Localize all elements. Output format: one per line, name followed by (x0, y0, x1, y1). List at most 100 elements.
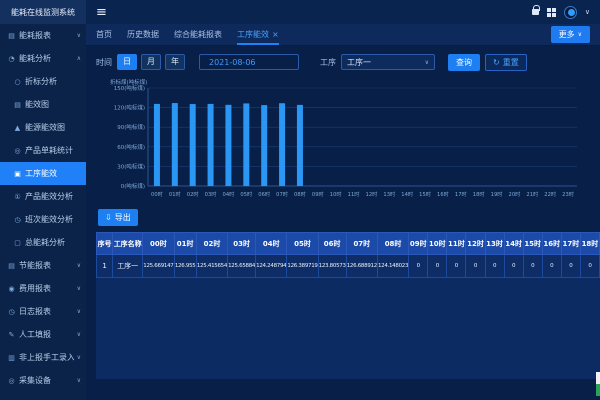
chevron-icon: ∨ (77, 331, 81, 338)
bar-02时[interactable] (190, 104, 196, 186)
table-cell: 125.415654 (196, 255, 227, 278)
column-header: 15时 (523, 233, 542, 255)
svg-text:01时: 01时 (169, 190, 181, 198)
content: 时间 日月年 2021-08-06 工序 工序一 ∨ 查询 ↻ 重置 折标煤(吨… (86, 46, 600, 400)
bar-00时[interactable] (154, 104, 160, 186)
info-icon: ① (13, 193, 22, 201)
bar-03时[interactable] (208, 104, 214, 186)
sidebar-item-能耗分析[interactable]: ◔能耗分析∧ (0, 47, 86, 70)
sidebar-item-label: 产品能效分析 (25, 191, 73, 202)
svg-text:折标煤(吨标煤): 折标煤(吨标煤) (110, 78, 147, 86)
sidebar-item-能源能效图[interactable]: ▲能源能效图 (0, 116, 86, 139)
table-cell: 0 (561, 255, 580, 278)
tab-label: 工序能效 (237, 29, 269, 40)
sidebar-item-班次能效分析[interactable]: ◷班次能效分析 (0, 208, 86, 231)
table-cell: 0 (447, 255, 466, 278)
svg-text:12时: 12时 (366, 190, 378, 198)
edit-icon: ✎ (7, 331, 16, 339)
svg-text:17时: 17时 (455, 190, 467, 198)
granularity-button-日[interactable]: 日 (117, 54, 137, 70)
data-table: 序号工序名称00时01时02时03时04时05时06时07时08时09时10时1… (96, 232, 600, 278)
lock-icon[interactable] (532, 9, 539, 15)
process-select[interactable]: 工序一 ∨ (341, 54, 435, 70)
hamburger-menu-icon[interactable]: ≡ (96, 6, 107, 19)
sidebar-item-label: 采集设备 (19, 375, 51, 386)
svg-text:04时: 04时 (223, 190, 235, 198)
filterbar: 时间 日月年 2021-08-06 工序 工序一 ∨ 查询 ↻ 重置 (96, 51, 600, 73)
column-header: 04时 (256, 233, 287, 255)
bar-04时[interactable] (225, 105, 231, 186)
table-cell: 0 (409, 255, 428, 278)
date-input[interactable]: 2021-08-06 (199, 54, 299, 70)
tab-工序能效[interactable]: 工序能效× (237, 24, 279, 45)
granularity-button-年[interactable]: 年 (165, 54, 185, 70)
query-button[interactable]: 查询 (448, 54, 480, 71)
column-header: 10时 (428, 233, 447, 255)
fullscreen-grid-icon[interactable] (547, 8, 556, 17)
table-cell: 0 (523, 255, 542, 278)
sidebar-item-非上报手工录入[interactable]: ▥非上报手工录入∨ (0, 346, 86, 369)
chevron-icon: ∨ (77, 285, 81, 292)
close-icon[interactable]: × (272, 31, 279, 39)
sidebar-item-采集设备[interactable]: ◎采集设备∨ (0, 369, 86, 392)
column-header: 12时 (466, 233, 485, 255)
column-header: 序号 (97, 233, 113, 255)
sidebar-item-日志报表[interactable]: ◷日志报表∨ (0, 300, 86, 323)
sidebar-item-label: 工序能效 (25, 168, 57, 179)
table-cell: 125.669147 (143, 255, 174, 278)
main-area: ≡ ∨ 首页历史数据综合能耗报表工序能效× 更多 ∨ 时间 日月年 2021-0… (86, 0, 600, 400)
bar-07时[interactable] (279, 103, 285, 186)
scrollbar[interactable] (596, 372, 600, 396)
export-button[interactable]: ⇩ 导出 (98, 209, 138, 226)
sidebar-item-总能耗分析[interactable]: ▢总能耗分析 (0, 231, 86, 254)
sidebar-item-label: 总能耗分析 (25, 237, 65, 248)
table-cell: 124.148023 (377, 255, 408, 278)
chevron-down-icon[interactable]: ∨ (585, 8, 590, 16)
avatar[interactable] (564, 6, 577, 19)
chevron-icon: ∨ (77, 377, 81, 384)
reset-button[interactable]: ↻ 重置 (485, 54, 527, 71)
more-button[interactable]: 更多 ∨ (551, 26, 590, 43)
input-icon: ▥ (7, 354, 16, 362)
chevron-icon: ∨ (77, 354, 81, 361)
tab-历史数据[interactable]: 历史数据 (127, 24, 159, 45)
svg-text:21时: 21时 (526, 190, 538, 198)
topbar: ≡ ∨ (86, 0, 600, 24)
bar-06时[interactable] (261, 105, 267, 186)
table-cell: 0 (485, 255, 504, 278)
table-cell: 126.389719 (287, 255, 318, 278)
sidebar-item-能耗报表[interactable]: ▤能耗报表∨ (0, 24, 86, 47)
sidebar-item-label: 人工填报 (19, 329, 51, 340)
table-panel: 序号工序名称00时01时02时03时04时05时06时07时08时09时10时1… (96, 232, 600, 379)
sidebar-item-费用报表[interactable]: ◉费用报表∨ (0, 277, 86, 300)
svg-text:19时: 19时 (491, 190, 503, 198)
sidebar-item-产品能效分析[interactable]: ①产品能效分析 (0, 185, 86, 208)
sidebar-item-折标分析[interactable]: ○折标分析 (0, 70, 86, 93)
column-header: 03时 (228, 233, 256, 255)
granularity-button-月[interactable]: 月 (141, 54, 161, 70)
tab-首页[interactable]: 首页 (96, 24, 112, 45)
sidebar-item-产品单耗统计[interactable]: ◎产品单耗统计 (0, 139, 86, 162)
bar-01时[interactable] (172, 103, 178, 186)
bar-08时[interactable] (297, 105, 303, 186)
svg-text:60(吨标煤): 60(吨标煤) (117, 143, 145, 151)
sidebar-item-节能报表[interactable]: ▤节能报表∨ (0, 254, 86, 277)
sidebar-item-label: 非上报手工录入 (19, 352, 74, 363)
sidebar-item-label: 产品单耗统计 (25, 145, 73, 156)
table-cell: 125.65884 (228, 255, 256, 278)
refresh-icon: ↻ (493, 58, 500, 67)
sidebar-item-label: 班次能效分析 (25, 214, 73, 225)
sidebar-item-工序能效[interactable]: ▣工序能效 (0, 162, 86, 185)
bar-chart: 折标煤(吨标煤)0(吨标煤)30(吨标煤)60(吨标煤)90(吨标煤)120(吨… (96, 76, 600, 204)
chart-icon: ▤ (13, 101, 22, 109)
sidebar-item-人工填报[interactable]: ✎人工填报 ∨ (0, 323, 86, 346)
svg-text:14时: 14时 (401, 190, 413, 198)
sidebar-item-label: 费用报表 (19, 283, 51, 294)
time-label: 时间 (96, 57, 112, 68)
sidebar-item-能效图[interactable]: ▤能效图 (0, 93, 86, 116)
column-header: 工序名称 (113, 233, 143, 255)
sidebar-item-label: 能源能效图 (25, 122, 65, 133)
svg-text:05时: 05时 (240, 190, 252, 198)
tab-综合能耗报表[interactable]: 综合能耗报表 (174, 24, 222, 45)
bar-05时[interactable] (243, 103, 249, 186)
